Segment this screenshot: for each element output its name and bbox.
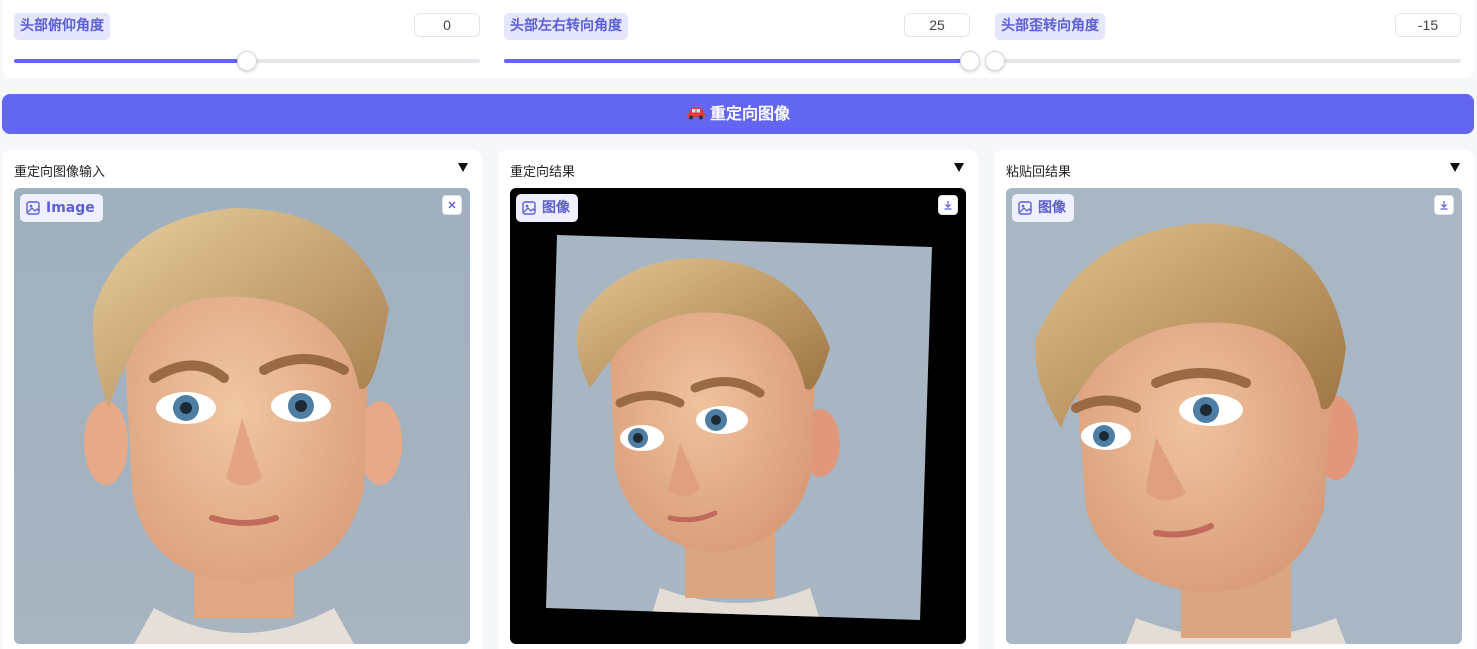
image-badge: Image bbox=[20, 194, 103, 222]
pitch-track-fill bbox=[14, 59, 247, 63]
result-panel-title: 重定向结果 bbox=[510, 165, 576, 180]
yaw-slider: 头部左右转向角度 25 bbox=[504, 0, 980, 78]
download-icon bbox=[1440, 201, 1448, 210]
input-panel-title: 重定向图像输入 bbox=[14, 165, 106, 180]
image-badge-label: 图像 bbox=[542, 200, 570, 216]
pitch-slider-label: 头部俯仰角度 bbox=[14, 13, 110, 40]
image-badge: 图像 bbox=[1012, 194, 1074, 222]
input-portrait-image bbox=[14, 188, 470, 644]
result-image-area[interactable]: 图像 bbox=[510, 188, 966, 644]
image-badge: 图像 bbox=[516, 194, 578, 222]
input-image-panel: 重定向图像输入 Image bbox=[2, 150, 482, 649]
pitch-slider: 头部俯仰角度 0 bbox=[14, 0, 480, 78]
retarget-result-panel: 重定向结果 图像 bbox=[498, 150, 978, 649]
retarget-image-button[interactable]: 重定向图像 bbox=[2, 94, 1474, 134]
yaw-track[interactable] bbox=[504, 51, 980, 71]
car-icon bbox=[686, 107, 705, 119]
input-image-area[interactable]: Image bbox=[14, 188, 470, 644]
close-icon bbox=[448, 201, 456, 209]
yaw-track-fill bbox=[504, 59, 970, 63]
roll-slider: 头部歪转向角度 -15 bbox=[985, 0, 1461, 78]
image-badge-label: Image bbox=[46, 200, 95, 216]
image-badge-label: 图像 bbox=[1038, 200, 1066, 216]
roll-track[interactable] bbox=[985, 51, 1461, 71]
paste-back-panel-title: 粘贴回结果 bbox=[1006, 165, 1072, 180]
paste-back-portrait-image bbox=[1006, 188, 1462, 644]
collapse-triangle-icon[interactable] bbox=[954, 163, 964, 172]
paste-back-panel: 粘贴回结果 图像 bbox=[994, 150, 1474, 649]
roll-slider-label: 头部歪转向角度 bbox=[995, 13, 1105, 40]
retarget-button-label: 重定向图像 bbox=[709, 104, 790, 123]
roll-thumb[interactable] bbox=[985, 51, 1005, 71]
paste-back-image-area[interactable]: 图像 bbox=[1006, 188, 1462, 644]
image-icon bbox=[1018, 201, 1032, 215]
collapse-triangle-icon[interactable] bbox=[1450, 163, 1460, 172]
image-icon bbox=[26, 201, 40, 215]
roll-value-input[interactable]: -15 bbox=[1395, 13, 1461, 37]
download-icon bbox=[944, 201, 952, 210]
slider-row: 头部俯仰角度 0 头部左右转向角度 25 头部歪转向角度 -15 bbox=[2, 0, 1474, 78]
image-icon bbox=[522, 201, 536, 215]
download-result-button[interactable] bbox=[938, 195, 958, 215]
pitch-track[interactable] bbox=[14, 51, 480, 71]
yaw-thumb[interactable] bbox=[960, 51, 980, 71]
collapse-triangle-icon[interactable] bbox=[458, 163, 468, 172]
yaw-slider-label: 头部左右转向角度 bbox=[504, 13, 628, 40]
pitch-value-input[interactable]: 0 bbox=[414, 13, 480, 37]
pitch-thumb[interactable] bbox=[237, 51, 257, 71]
result-portrait-image bbox=[546, 235, 932, 620]
download-paste-back-button[interactable] bbox=[1434, 195, 1454, 215]
clear-image-button[interactable] bbox=[442, 195, 462, 215]
yaw-value-input[interactable]: 25 bbox=[904, 13, 970, 37]
